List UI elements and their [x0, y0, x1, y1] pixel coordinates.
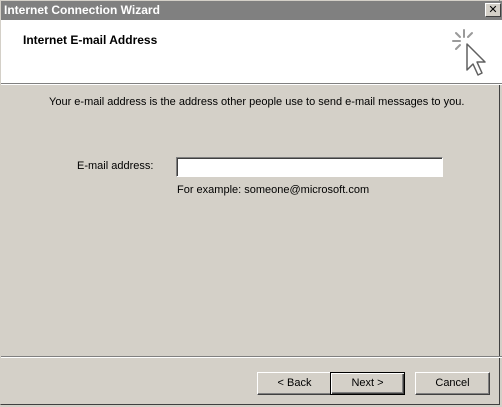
title-bar: Internet Connection Wizard ✕: [1, 1, 502, 20]
wizard-header: Internet E-mail Address: [1, 20, 502, 83]
email-label: E-mail address:: [77, 160, 154, 172]
footer-divider-highlight: [1, 357, 502, 358]
header-divider-highlight: [1, 84, 502, 85]
back-button[interactable]: < Back: [257, 372, 332, 395]
description-text: Your e-mail address is the address other…: [49, 96, 465, 108]
wizard-cursor-sparkle-icon: [452, 29, 486, 76]
next-button[interactable]: Next >: [330, 372, 405, 395]
wizard-window: Internet Connection Wizard ✕ Internet E-…: [0, 0, 502, 405]
email-input[interactable]: [176, 157, 443, 177]
close-button[interactable]: ✕: [485, 3, 501, 17]
window-title: Internet Connection Wizard: [4, 3, 160, 17]
page-title: Internet E-mail Address: [23, 33, 158, 47]
email-example-hint: For example: someone@microsoft.com: [177, 184, 370, 196]
cancel-button[interactable]: Cancel: [415, 372, 490, 395]
close-icon: ✕: [488, 3, 498, 16]
